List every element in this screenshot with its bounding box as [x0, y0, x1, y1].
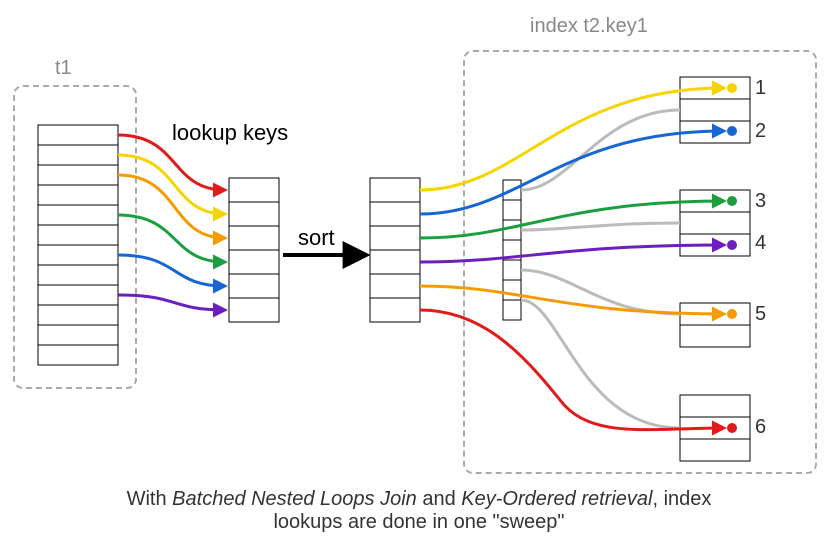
t1-to-lookup-arrows: [118, 135, 225, 310]
t1-table: [38, 125, 118, 365]
sorted-buffer: [370, 178, 420, 322]
lookup-buffer: [229, 178, 279, 322]
sorted-to-target-arrows: [420, 88, 724, 430]
target-blocks: [680, 77, 750, 461]
diagram-svg: [0, 0, 838, 541]
index-column: [503, 180, 521, 320]
